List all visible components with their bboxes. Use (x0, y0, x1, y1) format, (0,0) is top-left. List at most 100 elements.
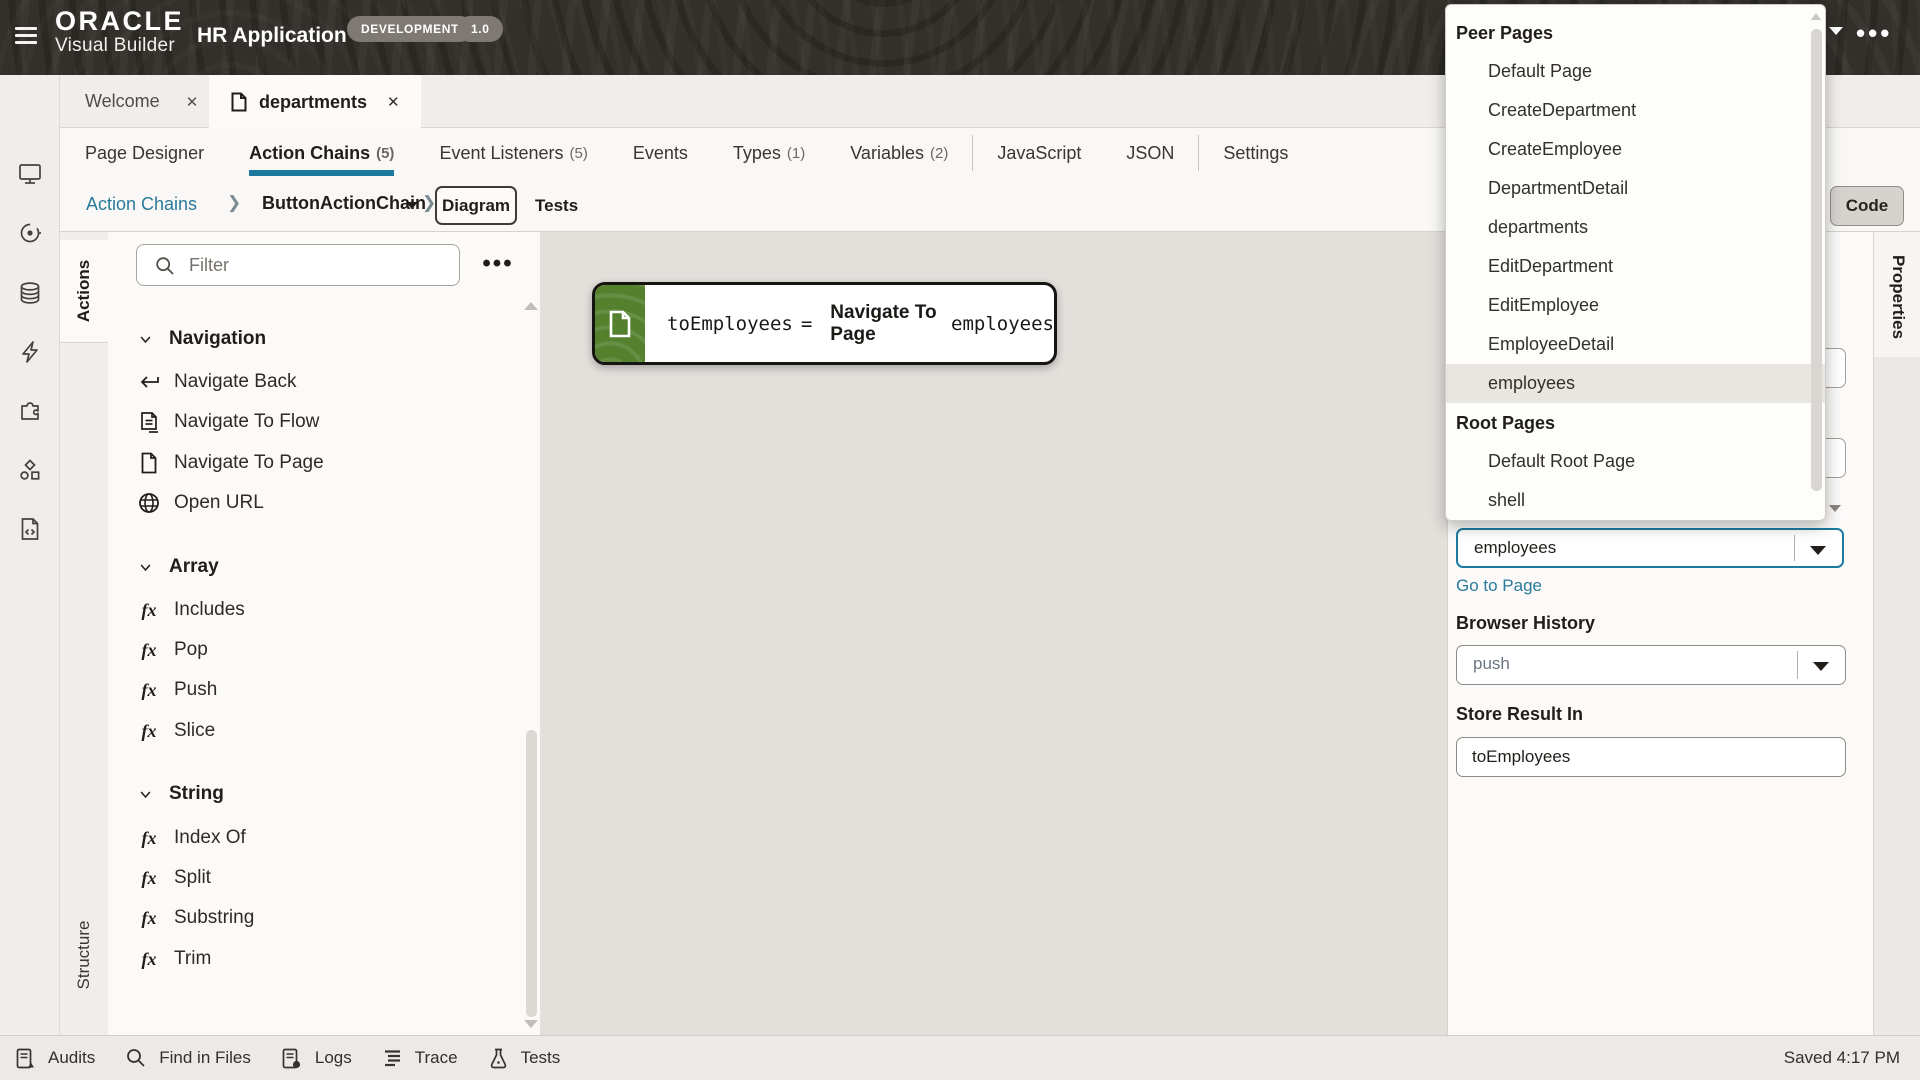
right-rail-lower (1874, 357, 1920, 1035)
close-icon[interactable]: ✕ (186, 93, 199, 111)
hamburger-menu-icon[interactable] (15, 27, 37, 45)
action-index-of[interactable]: fx Index Of (136, 818, 516, 858)
web-apps-monitor-icon[interactable] (17, 161, 43, 187)
popup-item-edit-department[interactable]: EditDepartment (1446, 247, 1825, 286)
popup-item-default-page[interactable]: Default Page (1446, 52, 1825, 91)
popup-item-default-root-page[interactable]: Default Root Page (1446, 442, 1825, 481)
action-includes[interactable]: fx Includes (136, 590, 516, 630)
popup-item-departments[interactable]: departments (1446, 208, 1825, 247)
components-puzzle-icon[interactable] (17, 398, 43, 424)
source-code-file-icon[interactable] (17, 516, 43, 542)
popup-item-edit-employee[interactable]: EditEmployee (1446, 286, 1825, 325)
action-navigate-back[interactable]: Navigate Back (136, 362, 516, 402)
tab-json[interactable]: JSON (1126, 128, 1174, 178)
tab-event-listeners[interactable]: Event Listeners (5) (439, 128, 587, 178)
fx-icon: fx (141, 639, 157, 660)
tab-departments[interactable]: departments ✕ (209, 75, 421, 129)
popup-scroll-up-icon[interactable] (1811, 13, 1821, 20)
tab-divider (1198, 135, 1200, 171)
scroll-up-arrow-icon[interactable] (524, 302, 538, 310)
oracle-logo: ORACLE Visual Builder (55, 7, 184, 56)
popup-scrollbar[interactable] (1811, 29, 1822, 491)
structure-panel-tab[interactable]: Structure (60, 900, 108, 1010)
page-icon (231, 92, 247, 112)
header-overflow-menu-icon[interactable]: ••• (1856, 18, 1892, 49)
tests-button[interactable]: Tests (489, 1048, 560, 1069)
properties-panel-tab[interactable]: Properties (1874, 242, 1920, 352)
combo-dropdown-button[interactable] (1799, 646, 1845, 684)
tab-page-designer[interactable]: Page Designer (85, 128, 204, 178)
business-objects-database-icon[interactable] (17, 280, 43, 306)
header-chevron-down-icon[interactable] (1829, 27, 1843, 35)
browser-history-combobox[interactable]: push (1456, 645, 1846, 685)
logs-button[interactable]: Logs (282, 1048, 352, 1069)
app-title: HR Application (197, 24, 347, 47)
find-in-files-button[interactable]: Find in Files (126, 1048, 251, 1068)
actions-panel-tab[interactable]: Actions (60, 240, 108, 343)
action-trim[interactable]: fx Trim (136, 939, 516, 979)
service-connections-icon[interactable] (17, 220, 43, 246)
breadcrumb-action-chains-link[interactable]: Action Chains (86, 194, 197, 215)
popup-item-create-department[interactable]: CreateDepartment (1446, 91, 1825, 130)
popup-item-shell[interactable]: shell (1446, 481, 1825, 520)
panel-overflow-menu[interactable]: ••• (478, 246, 518, 282)
go-to-page-link[interactable]: Go to Page (1456, 576, 1542, 596)
navigate-to-page-node[interactable]: toEmployees = Navigate To Page employees (592, 282, 1057, 365)
hidden-caret-icon (1829, 505, 1841, 512)
diagram-toggle-button[interactable]: Diagram (435, 186, 517, 225)
tests-toggle-button[interactable]: Tests (527, 186, 586, 225)
panel-tab-strip: Actions Structure (60, 232, 108, 1035)
chain-dropdown-caret-icon[interactable] (406, 202, 418, 209)
tab-count: (1) (786, 144, 806, 162)
left-navigation-rail (0, 75, 60, 1035)
action-split[interactable]: fx Split (136, 858, 516, 898)
scroll-down-arrow-icon[interactable] (524, 1020, 538, 1028)
action-navigate-to-flow[interactable]: Navigate To Flow (136, 402, 516, 442)
page-select-combobox[interactable]: employees (1456, 528, 1844, 568)
fx-icon: fx (141, 867, 157, 888)
action-substring[interactable]: fx Substring (136, 898, 516, 938)
section-string[interactable]: String (138, 783, 224, 805)
combo-dropdown-button[interactable] (1796, 530, 1842, 566)
tab-variables[interactable]: Variables (2) (850, 128, 948, 178)
close-icon[interactable]: ✕ (387, 93, 400, 111)
breadcrumb-current-chain[interactable]: ButtonActionChain (262, 193, 426, 214)
processes-lightning-icon[interactable] (17, 339, 43, 365)
action-slice[interactable]: fx Slice (136, 711, 516, 751)
tab-types[interactable]: Types (1) (733, 128, 805, 178)
audits-button[interactable]: Audits (16, 1048, 95, 1069)
trace-button[interactable]: Trace (383, 1048, 458, 1068)
store-result-input[interactable] (1456, 737, 1846, 777)
filter-input[interactable] (189, 246, 449, 284)
panel-scrollbar[interactable] (526, 730, 537, 1017)
tab-welcome[interactable]: Welcome ✕ (85, 75, 198, 128)
action-pop[interactable]: fx Pop (136, 630, 516, 670)
popup-group-peer-pages: Peer Pages (1456, 23, 1554, 43)
section-navigation[interactable]: Navigation (138, 328, 266, 350)
combo-divider (1794, 535, 1795, 561)
breadcrumb-chevron-icon: ❯ (227, 193, 242, 212)
tab-events[interactable]: Events (633, 128, 688, 178)
trace-list-icon (384, 1049, 400, 1066)
tab-javascript[interactable]: JavaScript (997, 128, 1081, 178)
tab-action-chains[interactable]: Action Chains (5) (249, 128, 395, 178)
environment-badge: DEVELOPMENT (347, 16, 473, 42)
tab-settings[interactable]: Settings (1223, 128, 1288, 178)
popup-item-create-employee[interactable]: CreateEmployee (1446, 130, 1825, 169)
browser-history-label: Browser History (1456, 613, 1596, 633)
node-label: toEmployees = Navigate To Page employees (645, 285, 1054, 362)
popup-item-department-detail[interactable]: DepartmentDetail (1446, 169, 1825, 208)
popup-item-employee-detail[interactable]: EmployeeDetail (1446, 325, 1825, 364)
chevron-down-icon (140, 791, 151, 798)
flow-doc-icon (136, 411, 162, 433)
action-navigate-to-page[interactable]: Navigate To Page (136, 443, 516, 483)
action-open-url[interactable]: Open URL (136, 483, 516, 523)
action-push[interactable]: fx Push (136, 670, 516, 710)
tab-divider (972, 135, 974, 171)
store-result-label: Store Result In (1456, 704, 1584, 724)
code-button[interactable]: Code (1830, 186, 1904, 226)
dependencies-shapes-icon[interactable] (17, 457, 43, 483)
diagram-canvas[interactable]: toEmployees = Navigate To Page employees (540, 232, 1447, 1035)
popup-item-employees-selected[interactable]: employees (1446, 364, 1825, 403)
section-array[interactable]: Array (138, 556, 219, 578)
